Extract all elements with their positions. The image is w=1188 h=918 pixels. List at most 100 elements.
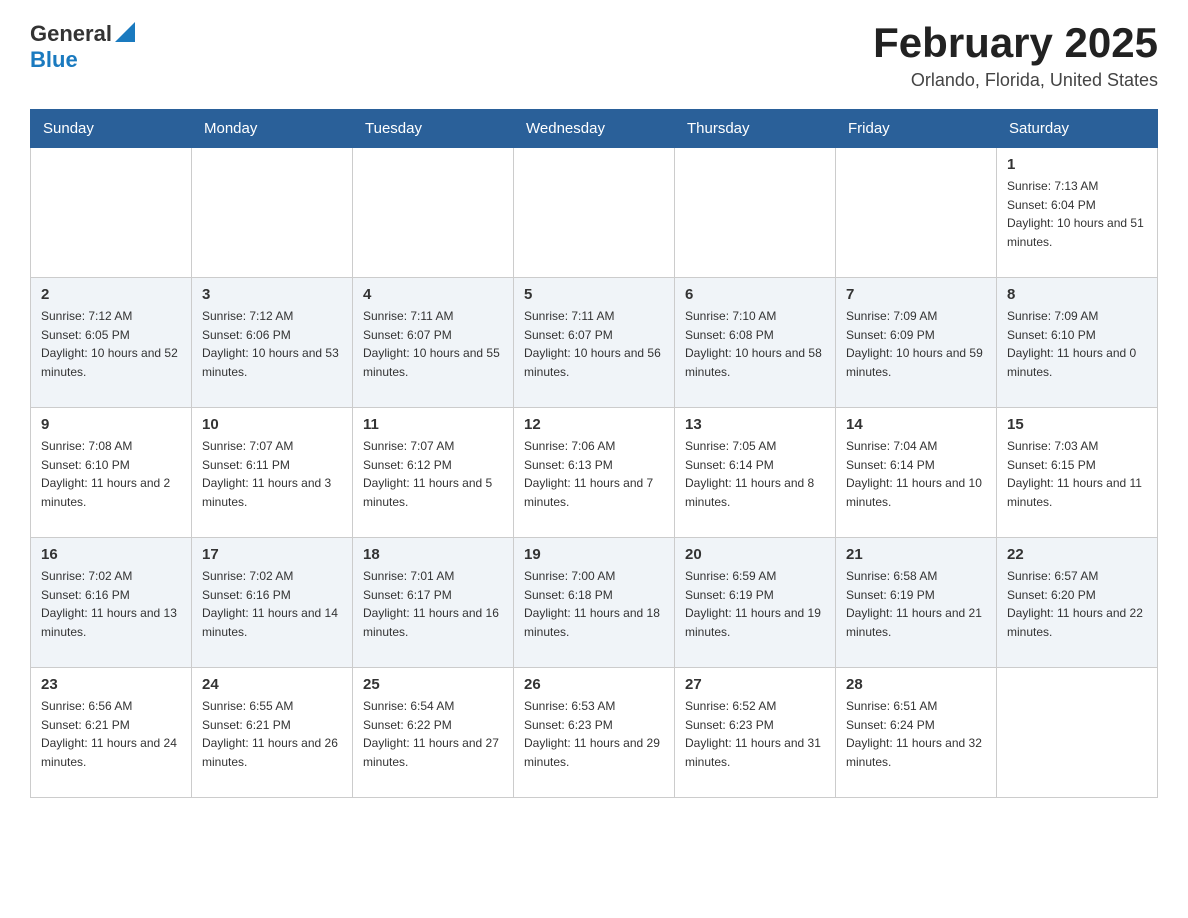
day-info: Sunrise: 7:09 AMSunset: 6:09 PMDaylight:… — [846, 307, 986, 381]
day-number: 13 — [685, 416, 825, 433]
day-info: Sunrise: 7:02 AMSunset: 6:16 PMDaylight:… — [41, 567, 181, 641]
day-number: 21 — [846, 546, 986, 563]
table-row: 19 Sunrise: 7:00 AMSunset: 6:18 PMDayligh… — [514, 538, 675, 668]
day-number: 3 — [202, 286, 342, 303]
table-row — [353, 148, 514, 278]
table-row: 7 Sunrise: 7:09 AMSunset: 6:09 PMDaylight… — [836, 278, 997, 408]
table-row: 15Sunrise: 7:03 AMSunset: 6:15 PMDayligh… — [997, 408, 1158, 538]
table-row: 10 Sunrise: 7:07 AMSunset: 6:11 PMDayligh… — [192, 408, 353, 538]
day-number: 18 — [363, 546, 503, 563]
table-row: 16 Sunrise: 7:02 AMSunset: 6:16 PMDayligh… — [31, 538, 192, 668]
day-info: Sunrise: 7:06 AMSunset: 6:13 PMDaylight:… — [524, 437, 664, 511]
table-row: 2Sunrise: 7:12 AMSunset: 6:05 PMDaylight… — [31, 278, 192, 408]
day-number: 2 — [41, 286, 181, 303]
table-row: 26 Sunrise: 6:53 AMSunset: 6:23 PMDayligh… — [514, 668, 675, 798]
table-row: 25 Sunrise: 6:54 AMSunset: 6:22 PMDayligh… — [353, 668, 514, 798]
header-thursday: Thursday — [675, 110, 836, 148]
day-number: 10 — [202, 416, 342, 433]
logo: General Blue — [30, 20, 135, 73]
table-row: 4Sunrise: 7:11 AMSunset: 6:07 PMDaylight… — [353, 278, 514, 408]
day-number: 14 — [846, 416, 986, 433]
day-number: 6 — [685, 286, 825, 303]
day-number: 19 — [524, 546, 664, 563]
table-row — [514, 148, 675, 278]
day-info: Sunrise: 6:54 AMSunset: 6:22 PMDaylight:… — [363, 697, 503, 771]
logo-triangle-icon — [115, 22, 135, 42]
day-number: 12 — [524, 416, 664, 433]
table-row: 11 Sunrise: 7:07 AMSunset: 6:12 PMDayligh… — [353, 408, 514, 538]
table-row: 3 Sunrise: 7:12 AMSunset: 6:06 PMDaylight… — [192, 278, 353, 408]
day-number: 24 — [202, 676, 342, 693]
day-number: 8 — [1007, 286, 1147, 303]
day-number: 26 — [524, 676, 664, 693]
table-row: 14 Sunrise: 7:04 AMSunset: 6:14 PMDayligh… — [836, 408, 997, 538]
calendar-week-row: 16 Sunrise: 7:02 AMSunset: 6:16 PMDayligh… — [31, 538, 1158, 668]
calendar-week-row: 9Sunrise: 7:08 AMSunset: 6:10 PMDaylight… — [31, 408, 1158, 538]
table-row — [31, 148, 192, 278]
day-info: Sunrise: 7:11 AMSunset: 6:07 PMDaylight:… — [363, 307, 503, 381]
day-info: Sunrise: 6:59 AMSunset: 6:19 PMDaylight:… — [685, 567, 825, 641]
day-number: 11 — [363, 416, 503, 433]
logo-blue-text: Blue — [30, 47, 78, 73]
calendar-header-row: Sunday Monday Tuesday Wednesday Thursday… — [31, 110, 1158, 148]
header-friday: Friday — [836, 110, 997, 148]
month-title: February 2025 — [873, 20, 1158, 66]
table-row: 8 Sunrise: 7:09 AMSunset: 6:10 PMDaylight… — [997, 278, 1158, 408]
day-info: Sunrise: 6:52 AMSunset: 6:23 PMDaylight:… — [685, 697, 825, 771]
day-info: Sunrise: 7:07 AMSunset: 6:12 PMDaylight:… — [363, 437, 503, 511]
day-info: Sunrise: 7:07 AMSunset: 6:11 PMDaylight:… — [202, 437, 342, 511]
day-info: Sunrise: 6:55 AMSunset: 6:21 PMDaylight:… — [202, 697, 342, 771]
day-number: 1 — [1007, 156, 1147, 173]
day-info: Sunrise: 7:12 AMSunset: 6:06 PMDaylight:… — [202, 307, 342, 381]
day-number: 17 — [202, 546, 342, 563]
day-number: 5 — [524, 286, 664, 303]
day-info: Sunrise: 7:09 AMSunset: 6:10 PMDaylight:… — [1007, 307, 1147, 381]
header-saturday: Saturday — [997, 110, 1158, 148]
header-tuesday: Tuesday — [353, 110, 514, 148]
day-number: 22 — [1007, 546, 1147, 563]
table-row — [997, 668, 1158, 798]
location-title: Orlando, Florida, United States — [873, 70, 1158, 91]
title-section: February 2025 Orlando, Florida, United S… — [873, 20, 1158, 91]
page-header: General Blue February 2025 Orlando, Flor… — [30, 20, 1158, 91]
header-sunday: Sunday — [31, 110, 192, 148]
day-info: Sunrise: 6:56 AMSunset: 6:21 PMDaylight:… — [41, 697, 181, 771]
day-info: Sunrise: 6:51 AMSunset: 6:24 PMDaylight:… — [846, 697, 986, 771]
day-info: Sunrise: 7:00 AMSunset: 6:18 PMDaylight:… — [524, 567, 664, 641]
header-monday: Monday — [192, 110, 353, 148]
day-info: Sunrise: 6:58 AMSunset: 6:19 PMDaylight:… — [846, 567, 986, 641]
calendar-week-row: 1 Sunrise: 7:13 AMSunset: 6:04 PMDaylight… — [31, 148, 1158, 278]
table-row: 12 Sunrise: 7:06 AMSunset: 6:13 PMDayligh… — [514, 408, 675, 538]
day-info: Sunrise: 7:02 AMSunset: 6:16 PMDaylight:… — [202, 567, 342, 641]
calendar-week-row: 23 Sunrise: 6:56 AMSunset: 6:21 PMDayligh… — [31, 668, 1158, 798]
day-info: Sunrise: 7:11 AMSunset: 6:07 PMDaylight:… — [524, 307, 664, 381]
table-row: 22 Sunrise: 6:57 AMSunset: 6:20 PMDayligh… — [997, 538, 1158, 668]
day-number: 9 — [41, 416, 181, 433]
table-row: 9Sunrise: 7:08 AMSunset: 6:10 PMDaylight… — [31, 408, 192, 538]
day-number: 28 — [846, 676, 986, 693]
table-row: 1 Sunrise: 7:13 AMSunset: 6:04 PMDaylight… — [997, 148, 1158, 278]
table-row — [192, 148, 353, 278]
day-info: Sunrise: 7:04 AMSunset: 6:14 PMDaylight:… — [846, 437, 986, 511]
table-row: 6 Sunrise: 7:10 AMSunset: 6:08 PMDaylight… — [675, 278, 836, 408]
table-row: 21 Sunrise: 6:58 AMSunset: 6:19 PMDayligh… — [836, 538, 997, 668]
logo-general-text: General — [30, 21, 112, 47]
day-number: 23 — [41, 676, 181, 693]
table-row: 17 Sunrise: 7:02 AMSunset: 6:16 PMDayligh… — [192, 538, 353, 668]
table-row: 20Sunrise: 6:59 AMSunset: 6:19 PMDayligh… — [675, 538, 836, 668]
table-row: 5 Sunrise: 7:11 AMSunset: 6:07 PMDaylight… — [514, 278, 675, 408]
table-row: 13Sunrise: 7:05 AMSunset: 6:14 PMDayligh… — [675, 408, 836, 538]
day-number: 7 — [846, 286, 986, 303]
table-row: 28 Sunrise: 6:51 AMSunset: 6:24 PMDayligh… — [836, 668, 997, 798]
day-info: Sunrise: 6:53 AMSunset: 6:23 PMDaylight:… — [524, 697, 664, 771]
day-info: Sunrise: 7:13 AMSunset: 6:04 PMDaylight:… — [1007, 177, 1147, 251]
header-wednesday: Wednesday — [514, 110, 675, 148]
table-row: 27Sunrise: 6:52 AMSunset: 6:23 PMDayligh… — [675, 668, 836, 798]
calendar-week-row: 2Sunrise: 7:12 AMSunset: 6:05 PMDaylight… — [31, 278, 1158, 408]
day-number: 16 — [41, 546, 181, 563]
day-info: Sunrise: 7:10 AMSunset: 6:08 PMDaylight:… — [685, 307, 825, 381]
day-info: Sunrise: 7:01 AMSunset: 6:17 PMDaylight:… — [363, 567, 503, 641]
day-info: Sunrise: 6:57 AMSunset: 6:20 PMDaylight:… — [1007, 567, 1147, 641]
calendar-table: Sunday Monday Tuesday Wednesday Thursday… — [30, 109, 1158, 798]
day-number: 25 — [363, 676, 503, 693]
